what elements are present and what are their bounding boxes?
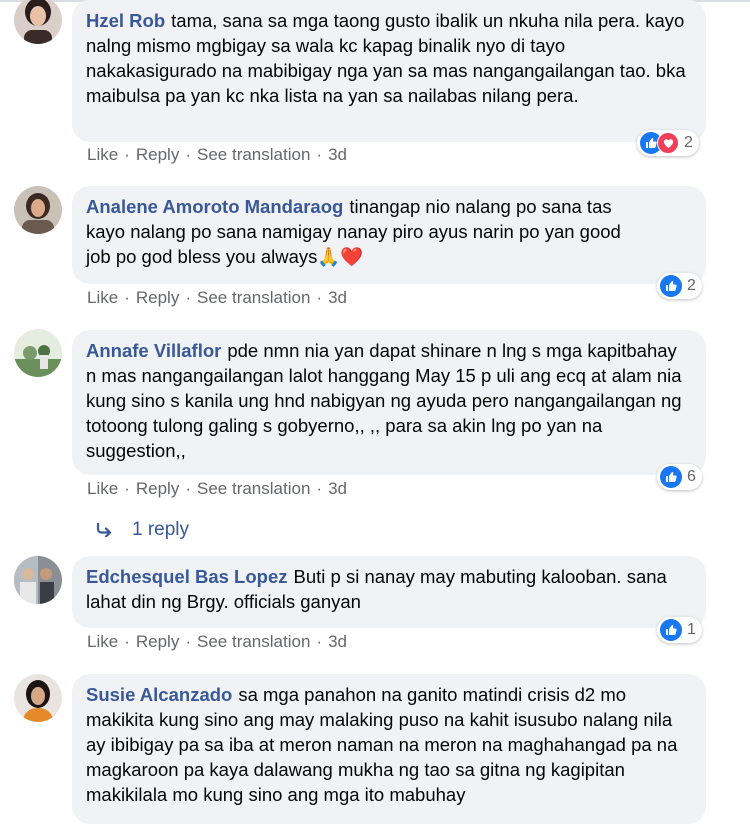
like-button[interactable]: Like xyxy=(87,479,118,499)
reply-button[interactable]: Reply xyxy=(136,288,179,308)
reaction-count: 1 xyxy=(687,621,696,638)
comment-bubble: Hzel Rob tama, sana sa mga taong gusto ib… xyxy=(72,0,706,142)
avatar[interactable] xyxy=(14,0,62,44)
separator: · xyxy=(185,145,191,164)
see-translation-button[interactable]: See translation xyxy=(197,145,310,165)
comment-bubble: Annafe Villaflor pde nmn nia yan dapat sh… xyxy=(72,330,706,475)
comment-actions: Like · Reply · See translation · 3d xyxy=(87,479,347,499)
separator: · xyxy=(316,479,323,498)
avatar[interactable] xyxy=(14,329,62,377)
reactions-badge[interactable]: 6 xyxy=(657,464,702,490)
comment-actions: Like · Reply · See translation · 3d xyxy=(87,145,347,165)
comment-actions: Like · Reply · See translation · 3d xyxy=(87,632,347,652)
like-button[interactable]: Like xyxy=(87,145,118,165)
reply-button[interactable]: Reply xyxy=(136,632,179,652)
separator: · xyxy=(316,288,323,307)
comment-bubble: Analene Amoroto Mandaraog tinangap nio na… xyxy=(72,186,706,284)
like-icon xyxy=(660,275,682,297)
timestamp[interactable]: 3d xyxy=(328,145,347,165)
reaction-count: 2 xyxy=(684,134,693,151)
avatar[interactable] xyxy=(14,556,62,604)
separator: · xyxy=(185,288,191,307)
view-replies-button[interactable]: 1 reply xyxy=(96,519,189,541)
separator: · xyxy=(124,288,130,307)
reaction-count: 6 xyxy=(687,468,696,485)
reactions-badge[interactable]: 1 xyxy=(657,617,702,643)
separator: · xyxy=(124,632,130,651)
separator: · xyxy=(124,145,130,164)
separator: · xyxy=(185,632,191,651)
comment-author[interactable]: Edchesquel Bas Lopez xyxy=(86,566,288,587)
see-translation-button[interactable]: See translation xyxy=(197,632,310,652)
like-button[interactable]: Like xyxy=(87,632,118,652)
comment-bubble: Edchesquel Bas Lopez Buti p si nanay may … xyxy=(72,556,706,628)
replies-count-label: 1 reply xyxy=(132,519,190,540)
separator: · xyxy=(185,479,191,498)
avatar[interactable] xyxy=(14,674,62,722)
see-translation-button[interactable]: See translation xyxy=(197,288,310,308)
reactions-badge[interactable]: 2 xyxy=(637,130,699,156)
avatar[interactable] xyxy=(14,186,62,234)
reply-button[interactable]: Reply xyxy=(136,479,179,499)
comment-author[interactable]: Analene Amoroto Mandaraog xyxy=(86,196,343,217)
comment-author[interactable]: Hzel Rob xyxy=(86,10,165,31)
separator: · xyxy=(316,632,323,651)
reply-button[interactable]: Reply xyxy=(136,145,179,165)
timestamp[interactable]: 3d xyxy=(328,632,347,652)
comment-author[interactable]: Annafe Villaflor xyxy=(86,340,221,361)
like-icon xyxy=(660,466,682,488)
reactions-badge[interactable]: 2 xyxy=(657,273,702,299)
reply-arrow-icon xyxy=(96,522,112,538)
comment-author[interactable]: Susie Alcanzado xyxy=(86,684,232,705)
timestamp[interactable]: 3d xyxy=(328,479,347,499)
timestamp[interactable]: 3d xyxy=(328,288,347,308)
love-icon xyxy=(657,132,679,154)
separator: · xyxy=(316,145,323,164)
comment-bubble: Susie Alcanzado sa mga panahon na ganito … xyxy=(72,674,706,824)
see-translation-button[interactable]: See translation xyxy=(197,479,310,499)
separator: · xyxy=(124,479,130,498)
reaction-count: 2 xyxy=(687,277,696,294)
like-icon xyxy=(660,619,682,641)
comment-text: tama, sana sa mga taong gusto ibalik un … xyxy=(86,10,686,106)
like-button[interactable]: Like xyxy=(87,288,118,308)
comment-actions: Like · Reply · See translation · 3d xyxy=(87,288,347,308)
